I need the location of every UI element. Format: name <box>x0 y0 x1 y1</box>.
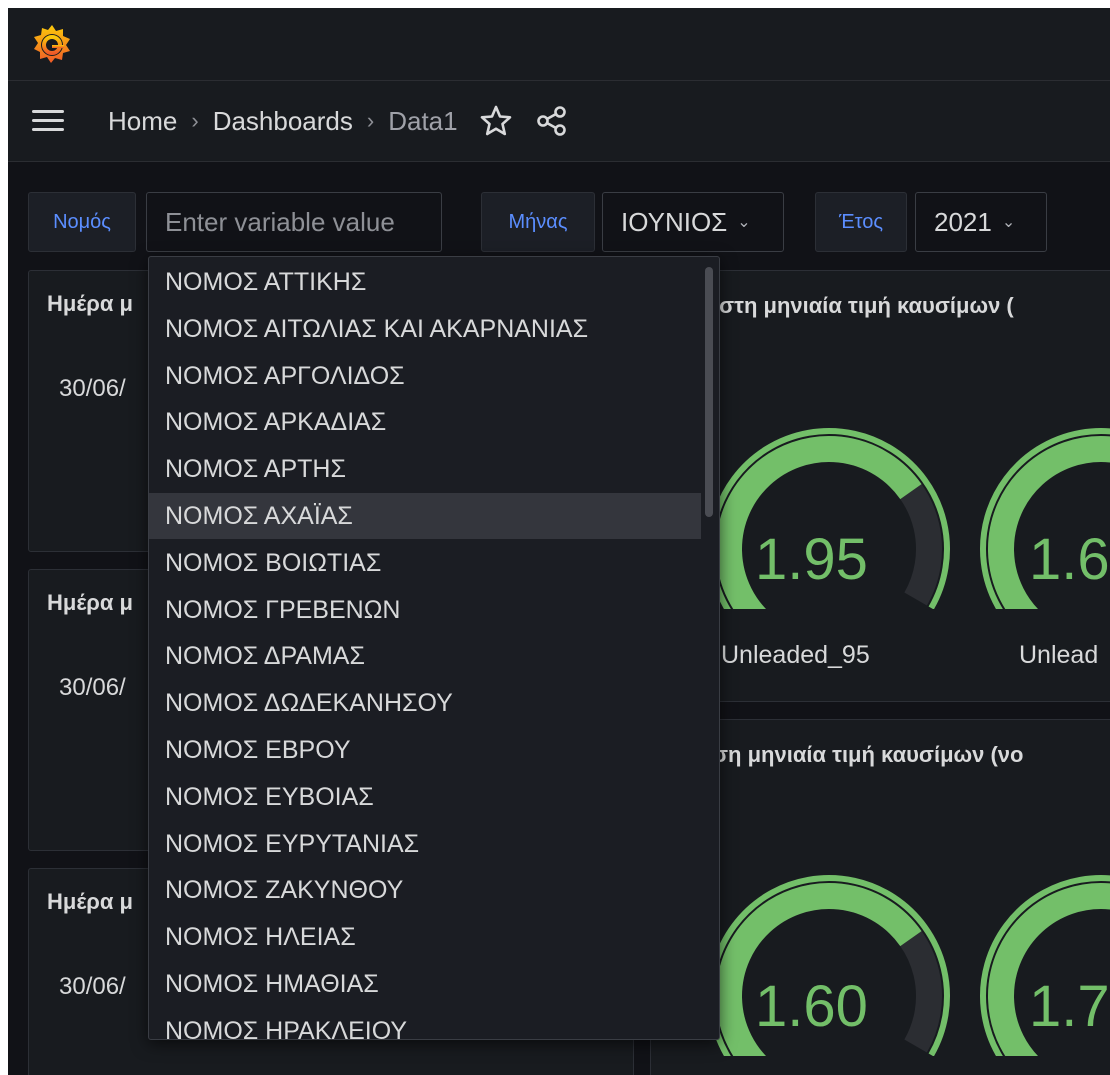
dropdown-option[interactable]: ΝΟΜΟΣ ΗΛΕΙΑΣ <box>149 914 701 960</box>
dropdown-option[interactable]: ΝΟΜΟΣ ΖΑΚΥΝΘΟΥ <box>149 867 701 913</box>
chevron-down-icon: ⌄ <box>1001 214 1016 231</box>
breadcrumb-home[interactable]: Home <box>108 106 177 137</box>
variable-label-etos: Έτος <box>815 192 907 252</box>
panel-date-value: 30/06/ <box>59 973 126 1000</box>
breadcrumb-separator: › <box>191 108 199 133</box>
navigation-bar: Home › Dashboards › Data1 <box>8 81 1110 162</box>
etos-select-value: 2021 <box>934 206 992 237</box>
breadcrumb-separator: › <box>366 108 375 133</box>
dropdown-option[interactable]: ΝΟΜΟΣ ΑΡΚΑΔΙΑΣ <box>149 399 701 445</box>
dropdown-option[interactable]: ΝΟΜΟΣ ΔΡΑΜΑΣ <box>149 633 701 679</box>
dropdown-option[interactable]: ΝΟΜΟΣ ΗΜΑΘΙΑΣ <box>149 961 701 1007</box>
dropdown-option[interactable]: ΝΟΜΟΣ ΓΡΕΒΕΝΩΝ <box>149 587 701 633</box>
gauge-value: 1.7 <box>1029 974 1110 1039</box>
etos-select[interactable]: 2021 ⌄ <box>915 192 1047 252</box>
dropdown-option[interactable]: ΝΟΜΟΣ ΒΟΙΩΤΙΑΣ <box>149 540 701 586</box>
dropdown-option[interactable]: ΝΟΜΟΣ ΑΙΤΩΛΙΑΣ ΚΑΙ ΑΚΑΡΝΑΝΙΑΣ <box>149 306 701 352</box>
nomos-input[interactable]: Enter variable value <box>146 192 442 252</box>
grafana-app: Home › Dashboards › Data1 Νομός Enter va… <box>8 8 1110 1075</box>
dropdown-option[interactable]: ΝΟΜΟΣ ΑΡΤΗΣ <box>149 446 701 492</box>
dropdown-scrollbar[interactable] <box>705 267 713 517</box>
variable-label-nomos: Νομός <box>28 192 136 252</box>
nomos-dropdown-menu: ΝΟΜΟΣ ΑΤΤΙΚΗΣ ΝΟΜΟΣ ΑΙΤΩΛΙΑΣ ΚΑΙ ΑΚΑΡΝΑΝΙ… <box>148 256 720 1040</box>
minas-select[interactable]: ΙΟΥΝΙΟΣ ⌄ <box>602 192 784 252</box>
grafana-logo-icon[interactable] <box>30 22 74 66</box>
top-bar <box>8 8 1110 81</box>
gauge-value: 1.60 <box>755 974 868 1039</box>
panel-title: Ημέρα μ <box>47 590 133 615</box>
dropdown-option[interactable]: ΝΟΜΟΣ ΕΒΡΟΥ <box>149 727 701 773</box>
gauge-label: Unleaded_95 <box>721 641 870 669</box>
panel-title: Ημέρα μ <box>47 291 133 316</box>
breadcrumb-dashboards[interactable]: Dashboards <box>213 106 353 137</box>
dropdown-option[interactable]: ΝΟΜΟΣ ΔΩΔΕΚΑΝΗΣΟΥ <box>149 680 701 726</box>
chevron-down-icon: ⌄ <box>737 214 751 231</box>
dropdown-option[interactable]: ΝΟΜΟΣ ΑΧΑΪΑΣ <box>149 493 701 539</box>
dropdown-option[interactable]: ΝΟΜΟΣ ΗΡΑΚΛΕΙΟΥ <box>149 1008 701 1039</box>
panel-title: Ημέρα μ <box>47 889 133 914</box>
variable-label-minas: Μήνας <box>481 192 595 252</box>
star-icon[interactable] <box>478 103 514 139</box>
breadcrumb: Home › Dashboards › Data1 <box>108 81 570 161</box>
gauge-value: 1.95 <box>755 527 868 592</box>
gauge-label: Unlead <box>1019 641 1099 669</box>
nomos-input-placeholder: Enter variable value <box>165 206 395 237</box>
dropdown-option[interactable]: ΝΟΜΟΣ ΕΥΡΥΤΑΝΙΑΣ <box>149 821 701 867</box>
dropdown-option[interactable]: ΝΟΜΟΣ ΑΤΤΙΚΗΣ <box>149 259 701 305</box>
dropdown-option[interactable]: ΝΟΜΟΣ ΑΡΓΟΛΙΔΟΣ <box>149 353 701 399</box>
hamburger-menu-icon[interactable] <box>30 108 68 134</box>
minas-select-value: ΙΟΥΝΙΟΣ <box>621 206 728 237</box>
dropdown-option[interactable]: ΝΟΜΟΣ ΕΥΒΟΙΑΣ <box>149 774 701 820</box>
panel-title: ση μηνιαία τιμή καυσίμων (νο <box>713 742 1024 767</box>
gauge-value: 1.6 <box>1029 527 1110 592</box>
panel-title: ιστη μηνιαία τιμή καυσίμων ( <box>713 293 1014 318</box>
panel-date-value: 30/06/ <box>59 674 126 701</box>
share-icon[interactable] <box>534 103 570 139</box>
panel-date-value: 30/06/ <box>59 375 126 402</box>
breadcrumb-current-dashboard: Data1 <box>388 105 458 136</box>
